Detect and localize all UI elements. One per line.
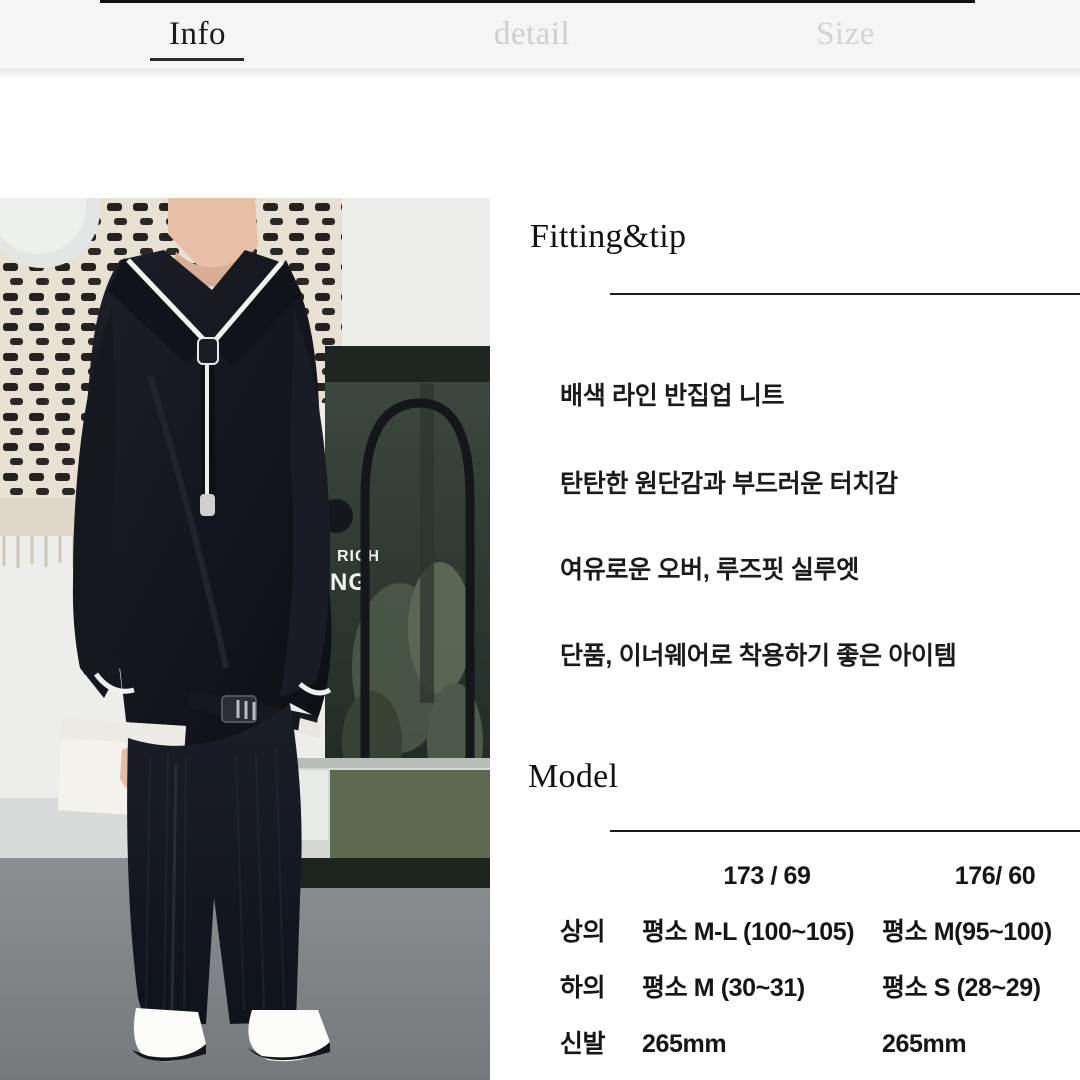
model-header-col1: 173 / 69 — [723, 862, 811, 890]
fitting-line: 탄탄한 원단감과 부드러운 터치감 — [560, 470, 898, 498]
model-row-label: 신발 — [559, 1030, 606, 1058]
model-row-col1: 265mm — [642, 1030, 727, 1058]
fitting-line: 배색 라인 반집업 니트 — [560, 382, 785, 410]
model-header-col2: 176/ 60 — [954, 862, 1036, 890]
model-row-label: 상의 — [559, 918, 606, 946]
fitting-heading: Fitting&tip — [530, 218, 687, 255]
tab-active-underline — [150, 58, 244, 61]
tab-size[interactable]: Size — [748, 13, 943, 55]
tab-bar: Info detail Size — [0, 0, 1080, 68]
tab-detail[interactable]: detail — [432, 13, 632, 55]
tab-info[interactable]: Info — [110, 13, 285, 55]
model-heading: Model — [528, 758, 619, 795]
fitting-line: 단품, 이너웨어로 착용하기 좋은 아이템 — [560, 642, 957, 670]
table-row: 하의 평소 M (30~31) 평소 S (28~29) — [490, 960, 1080, 1016]
table-row: 신발 265mm 265mm — [490, 1016, 1080, 1072]
table-row: 상의 평소 M-L (100~105) 평소 M(95~100) — [490, 904, 1080, 960]
tab-bar-top-rule — [100, 0, 975, 3]
model-row-col2: 평소 S (28~29) — [882, 974, 1041, 1002]
model-table: 173 / 69 176/ 60 상의 평소 M-L (100~105) 평소 … — [490, 848, 1080, 1072]
model-row-col1: 평소 M (30~31) — [642, 974, 805, 1002]
table-header-row: 173 / 69 176/ 60 — [490, 848, 1080, 904]
svg-text:RICH: RICH — [337, 548, 380, 565]
model-row-col2: 평소 M(95~100) — [882, 918, 1052, 946]
product-photo: RICH NG — [0, 198, 490, 1080]
model-row-col2: 265mm — [882, 1030, 967, 1058]
fitting-divider — [610, 293, 1080, 295]
tab-bar-shadow — [0, 68, 1080, 78]
product-photo-image: RICH NG — [0, 198, 490, 1080]
model-row-col1: 평소 M-L (100~105) — [642, 918, 855, 946]
model-divider — [610, 830, 1080, 832]
info-content: Fitting&tip 배색 라인 반집업 니트 탄탄한 원단감과 부드러운 터… — [490, 78, 1080, 1080]
model-row-label: 하의 — [559, 974, 606, 1002]
fitting-line: 여유로운 오버, 루즈핏 실루엣 — [560, 556, 859, 584]
